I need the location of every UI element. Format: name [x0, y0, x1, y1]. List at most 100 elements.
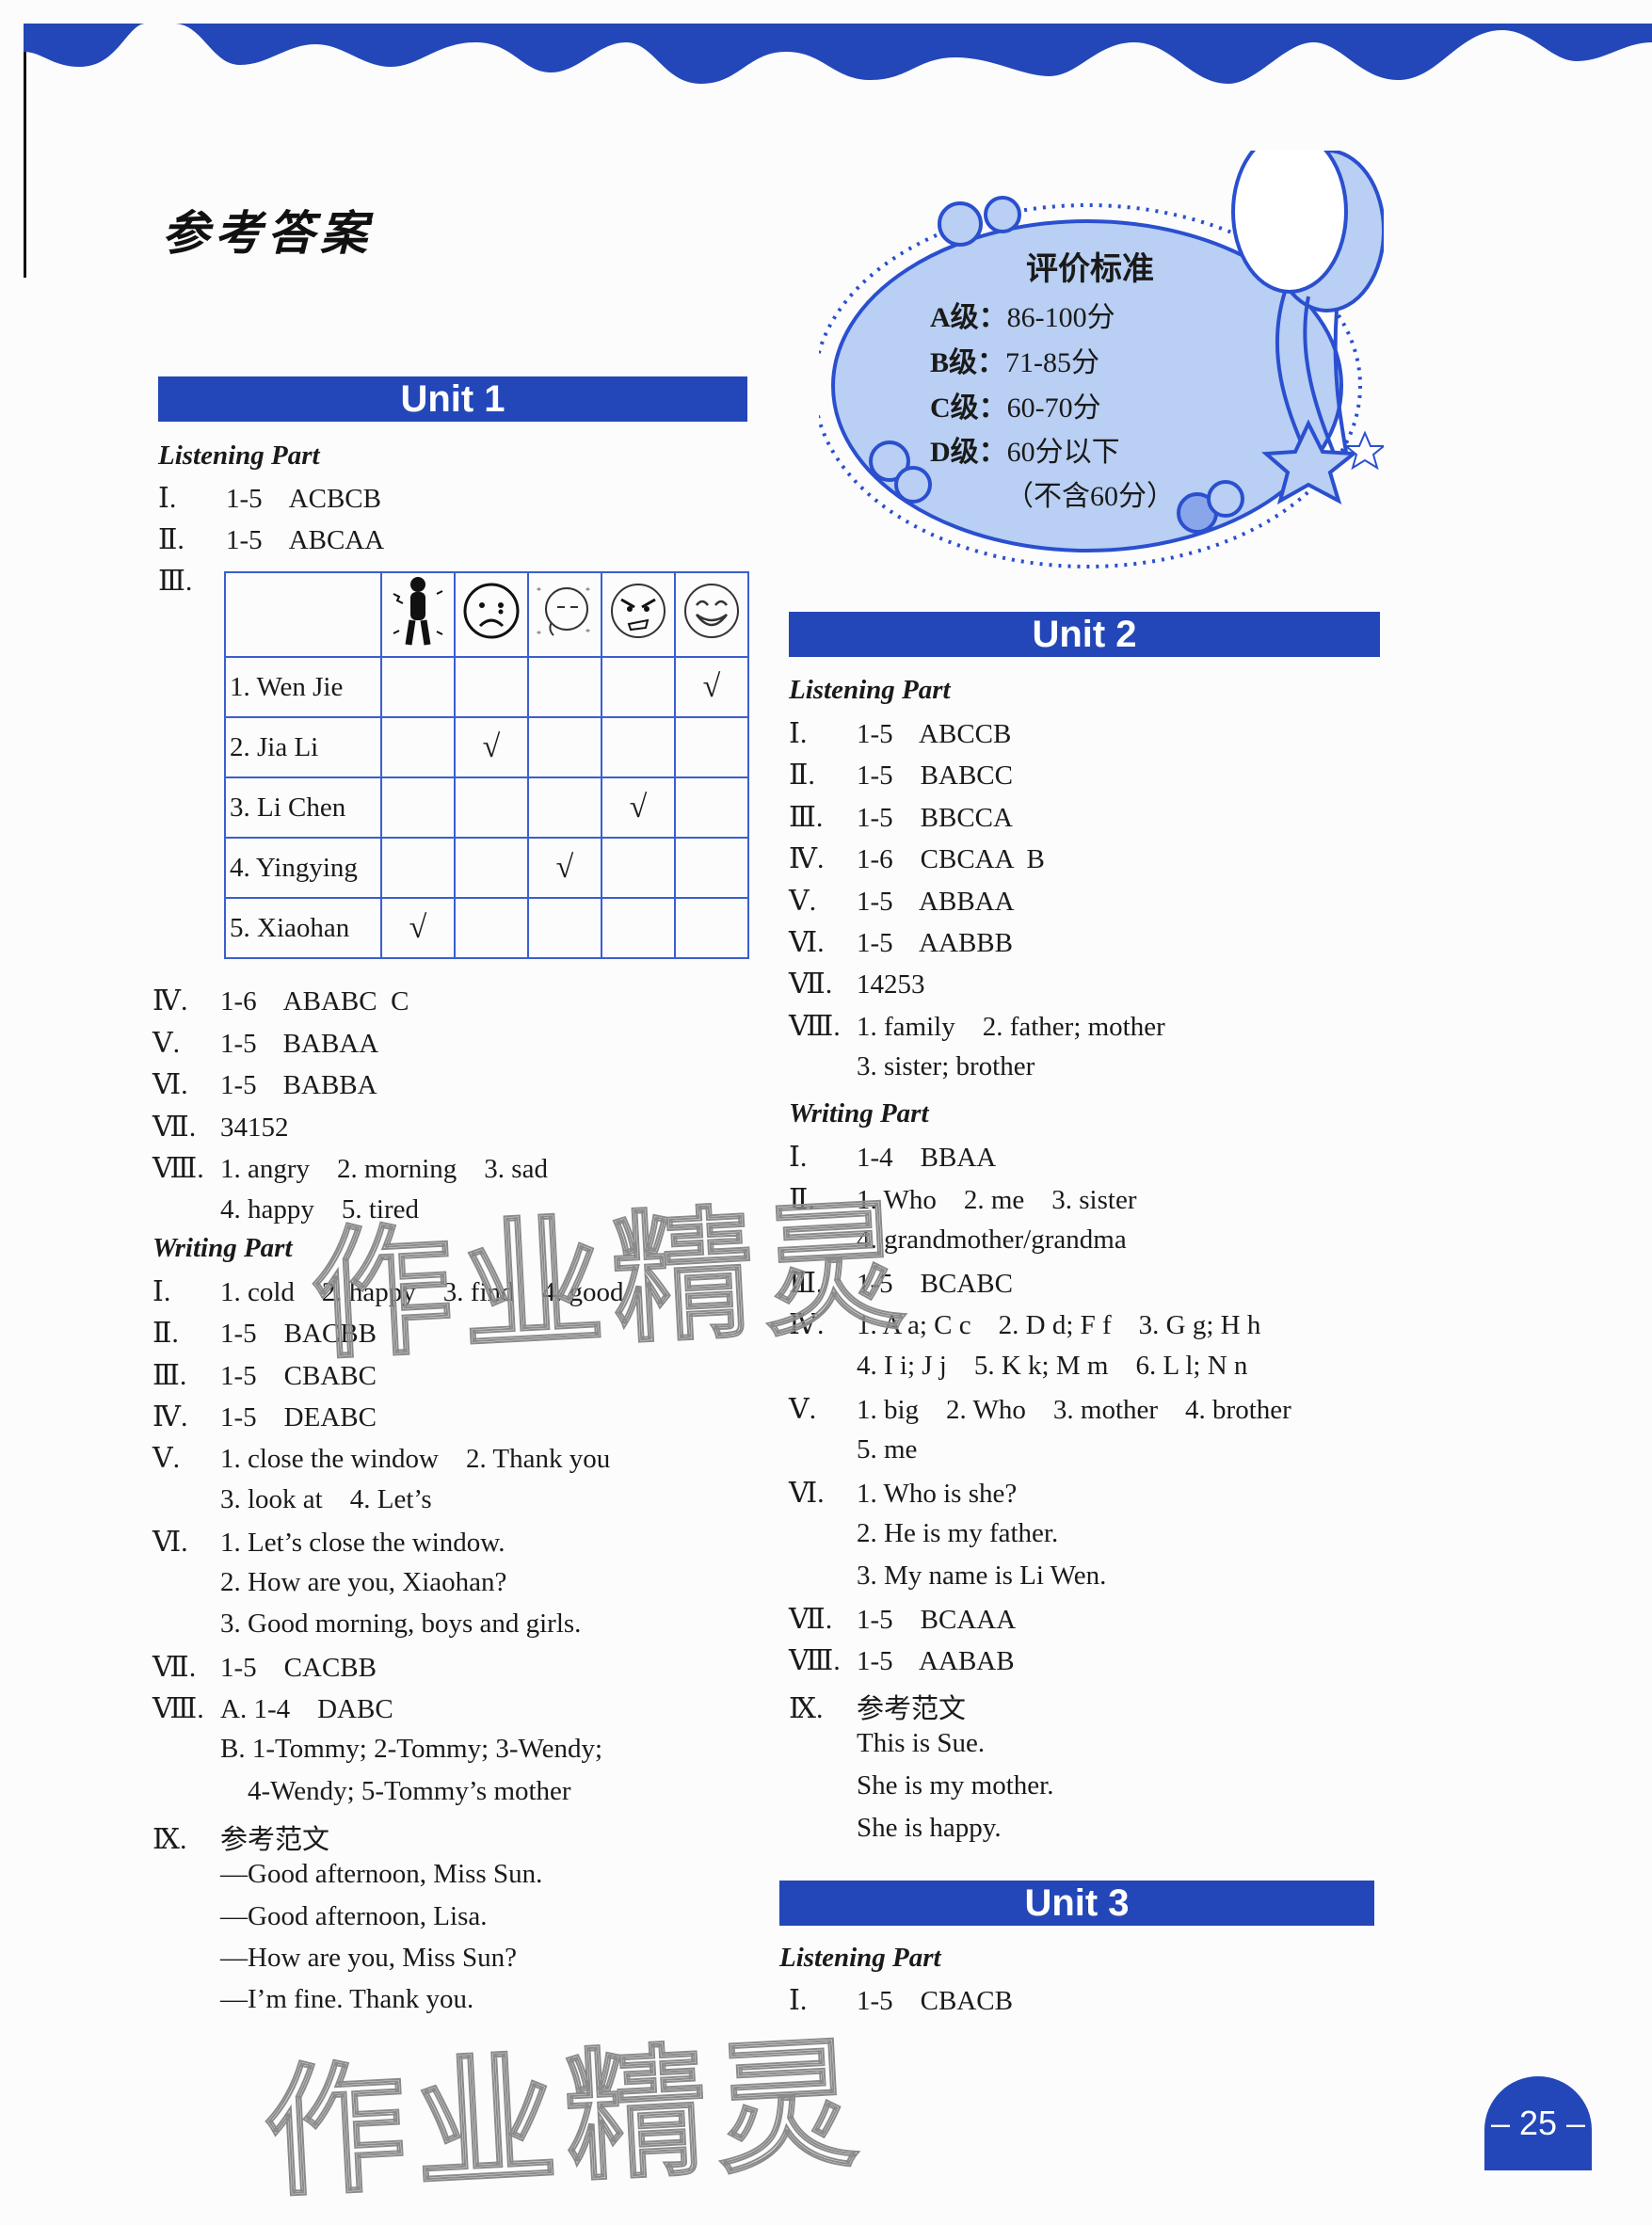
rating-level-b: B级：71-85分	[930, 339, 1099, 380]
unit-2-header: Unit 2	[789, 612, 1380, 657]
happy-face-icon	[674, 571, 749, 658]
unit-2-listening-title: Listening Part	[789, 675, 951, 705]
answer-text: 14253	[857, 969, 925, 1000]
answer-line: Ⅱ. 1-5 BABCC	[789, 759, 1013, 792]
wave-banner	[24, 24, 1652, 84]
unit-3-header: Unit 3	[779, 1881, 1374, 1926]
answer-line: Ⅵ. 1. Who is she?	[789, 1477, 1017, 1510]
answer-text: 1-5 BABCC	[857, 760, 1013, 792]
empty-cell	[601, 897, 676, 959]
answer-line: 5. me	[789, 1434, 917, 1465]
sad-face-icon	[454, 571, 529, 658]
answer-line: —How are you, Miss Sun?	[152, 1943, 517, 1974]
answer-text: 1. close the window 2. Thank you	[220, 1444, 611, 1475]
answer-text: 1-5 CBACB	[857, 1986, 1013, 2016]
empty-cell	[527, 776, 602, 839]
rating-note: （不含60分）	[1005, 481, 1175, 512]
item-numeral: Ⅶ.	[789, 968, 833, 1000]
rating-range: 86-100分	[1006, 302, 1115, 333]
answer-line: Ⅳ. 1-6 CBCAA B	[789, 842, 1045, 875]
item-numeral: Ⅷ.	[789, 1645, 841, 1677]
answer-text: 1-6	[220, 986, 257, 1016]
item-numeral: Ⅲ.	[152, 1359, 187, 1391]
answer-line: Ⅳ. 1-5 DEABC	[152, 1401, 377, 1433]
answer-line: Ⅸ. 参考范文	[152, 1817, 329, 1857]
check-mark: √	[674, 656, 749, 718]
answer-line: 3. My name is Li Wen.	[789, 1561, 1106, 1592]
feelings-table: * * * * 1. Wen Jie √ 2. Jia Li √ 3. Li Chen √ 4. …	[224, 571, 749, 959]
answer-text: 3. Good morning, boys and girls.	[220, 1609, 582, 1640]
answer-text: A. 1-4 DABC	[220, 1694, 393, 1724]
page-title: 参考答案	[162, 205, 373, 261]
answer-line: 3. look at 4. Let’s	[152, 1484, 432, 1515]
item-numeral: Ⅶ.	[789, 1603, 833, 1635]
answer-text: 1-5	[220, 1028, 257, 1059]
answer-line: 2. He is my father.	[789, 1518, 1058, 1549]
item-numeral: Ⅱ.	[152, 1318, 179, 1350]
item-numeral: Ⅴ.	[789, 1393, 817, 1425]
rating-label: D级：	[930, 437, 1007, 468]
item-numeral: Ⅴ.	[152, 1027, 181, 1059]
item-numeral: Ⅸ.	[152, 1823, 187, 1855]
answer-line: Ⅶ. 1-5 CACBB	[152, 1651, 377, 1684]
answer-text: She is happy.	[857, 1812, 1002, 1843]
answer-line: 4-Wendy; 5-Tommy’s mother	[152, 1776, 571, 1807]
empty-cell	[454, 776, 529, 839]
answer-text: She is my mother.	[857, 1770, 1054, 1801]
svg-text:*: *	[537, 630, 541, 640]
unit-3-listening-title: Listening Part	[779, 1943, 941, 1973]
answer-line: Ⅴ. 1. big 2. Who 3. mother 4. brother	[789, 1393, 1291, 1426]
answer-line: Ⅷ. 1-5 AABAB	[789, 1644, 1015, 1677]
item-numeral: Ⅰ.	[158, 483, 177, 514]
answer-text: 1-5	[226, 484, 263, 514]
rating-level-d: D级：60分以下	[930, 428, 1120, 470]
watermark: 作业精灵	[260, 2021, 872, 2217]
answer-line: Ⅴ. 1. close the window 2. Thank you	[152, 1442, 610, 1475]
student-name: 2. Jia Li	[224, 716, 382, 778]
item-numeral: Ⅱ.	[789, 760, 815, 792]
answer-text: 1-5 AABAB	[857, 1646, 1015, 1677]
item-numeral: Ⅴ.	[152, 1443, 181, 1475]
check-mark: √	[454, 716, 529, 778]
item-numeral: Ⅱ.	[158, 524, 184, 555]
rating-range: 60-70分	[1006, 392, 1101, 424]
answer-key: BABBA	[282, 1070, 377, 1101]
answer-text: 5. me	[857, 1434, 918, 1465]
answer-line: Ⅶ. 34152	[152, 1111, 289, 1144]
check-mark: √	[380, 897, 456, 959]
empty-cell	[380, 837, 456, 899]
answer-text: 1-5 ABCCB	[857, 719, 1012, 749]
svg-text:*: *	[537, 586, 541, 597]
table-row: 1. Wen Jie √	[224, 656, 749, 718]
answer-line: Ⅸ. 参考范文	[789, 1687, 966, 1726]
answer-text: 1. family 2. father; mother	[857, 1011, 1165, 1042]
item-numeral: Ⅳ.	[789, 843, 825, 875]
answer-text: —I’m fine. Thank you.	[220, 1984, 474, 2015]
answer-line: —Good afternoon, Miss Sun.	[152, 1859, 542, 1890]
empty-cell	[527, 897, 602, 959]
table-row: 2. Jia Li √	[224, 716, 749, 778]
empty-cell	[527, 656, 602, 718]
answer-text: 1. big 2. Who 3. mother 4. brother	[857, 1394, 1291, 1425]
empty-cell	[601, 837, 676, 899]
answer-line: 2. How are you, Xiaohan?	[152, 1567, 506, 1598]
answer-line: Ⅶ. 1-5 BCAAA	[789, 1603, 1016, 1636]
item-numeral: Ⅷ.	[789, 1010, 841, 1042]
answer-text: 1-5 AABBB	[857, 928, 1013, 958]
item-numeral: Ⅷ.	[152, 1693, 204, 1724]
item-numeral: Ⅵ.	[152, 1526, 188, 1558]
answer-text: 2. How are you, Xiaohan?	[220, 1567, 507, 1598]
rating-title: 评价标准	[1026, 250, 1154, 288]
answer-line: —I’m fine. Thank you.	[152, 1984, 473, 2015]
answer-text: 1-5	[226, 525, 263, 555]
student-name: 1. Wen Jie	[224, 656, 382, 718]
empty-cell	[380, 776, 456, 839]
student-name: 4. Yingying	[224, 837, 382, 899]
answer-text: 1. Let’s close the window.	[220, 1527, 505, 1558]
unit-1-listening-title: Listening Part	[158, 440, 320, 471]
table-row: 4. Yingying √	[224, 837, 749, 899]
answer-line: Ⅴ. 1-5 BABAA	[152, 1027, 378, 1060]
item-numeral: Ⅲ.	[789, 801, 824, 833]
svg-text:*: *	[585, 628, 590, 638]
empty-cell	[380, 716, 456, 778]
